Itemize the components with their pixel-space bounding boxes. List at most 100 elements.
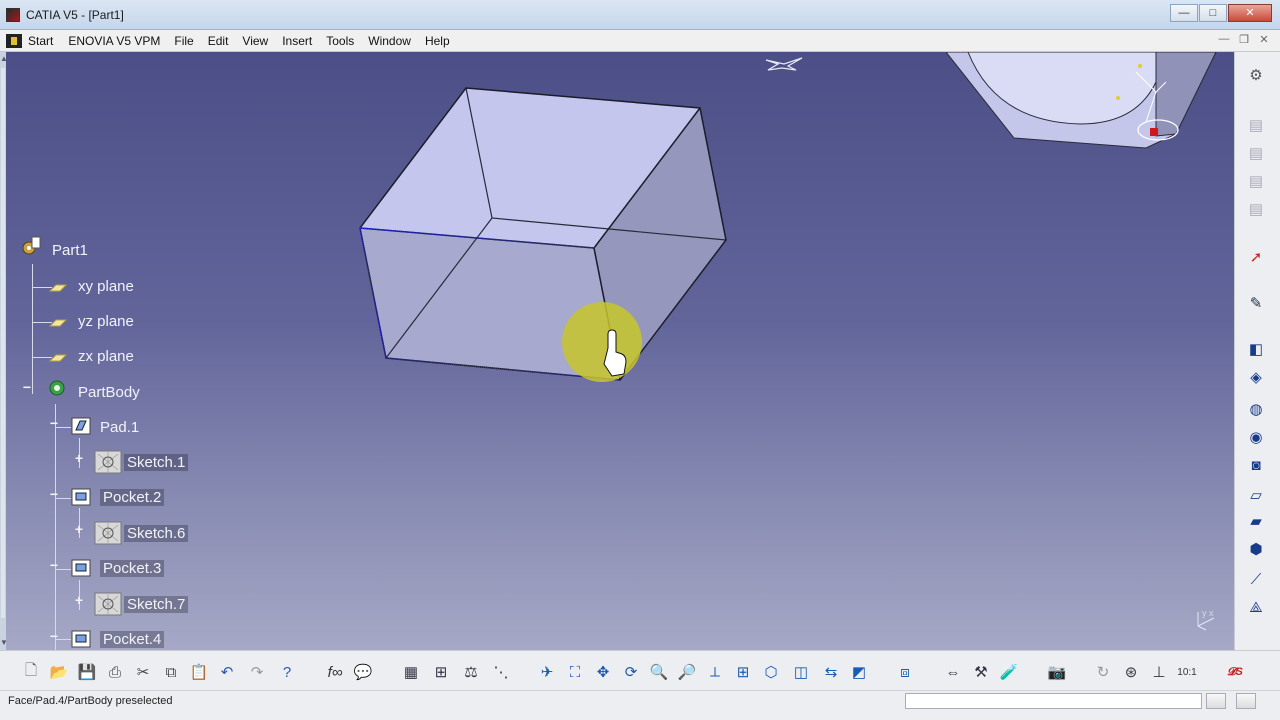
cube-stack-icon[interactable]: ▤ xyxy=(1245,142,1267,164)
menu-view[interactable]: View xyxy=(235,30,275,52)
start-menu[interactable]: Start xyxy=(0,30,61,52)
normal-view-icon[interactable]: ⟂ xyxy=(704,661,726,683)
comment-icon[interactable]: 💬 xyxy=(352,661,374,683)
menu-insert[interactable]: Insert xyxy=(275,30,319,52)
doc-minimize-button[interactable]: — xyxy=(1214,33,1234,46)
command-input[interactable] xyxy=(905,693,1202,709)
select-arrow-icon[interactable]: ➚ xyxy=(1245,246,1267,268)
menu-enovia[interactable]: ENOVIA V5 VPM xyxy=(61,30,167,52)
iso-view-icon[interactable]: ⬡ xyxy=(760,661,782,683)
scale-icon[interactable]: 10:1 xyxy=(1176,661,1198,683)
axis-corner-label: y x xyxy=(1202,608,1214,618)
minimize-button[interactable]: — xyxy=(1170,4,1198,22)
3d-viewport[interactable]: y x Part1 xy plane yz plane zx plane − P… xyxy=(6,52,1234,650)
bottle-icon[interactable]: 🧪 xyxy=(998,661,1020,683)
tree-node-sketch1[interactable]: Sketch.1 xyxy=(124,454,189,471)
collapse-icon[interactable]: − xyxy=(21,380,33,394)
fly-icon[interactable]: ✈ xyxy=(536,661,558,683)
hide-show-icon[interactable]: ◫ xyxy=(790,661,812,683)
update-icon[interactable]: ↻ xyxy=(1092,661,1114,683)
gear-icon[interactable]: ⚙ xyxy=(1245,64,1267,86)
copy-icon[interactable]: ⧉ xyxy=(160,661,182,683)
collapse-icon[interactable]: − xyxy=(48,558,60,572)
analysis-tool-icon[interactable]: ⚒ xyxy=(970,661,992,683)
solid-icon[interactable]: ⬢ xyxy=(1245,538,1267,560)
sketcher-icon[interactable]: ✎ xyxy=(1245,292,1267,314)
tree-icon[interactable]: ⊞ xyxy=(430,661,452,683)
menu-help[interactable]: Help xyxy=(418,30,457,52)
fit-all-icon[interactable]: ⛶ xyxy=(564,661,586,683)
axis-icon[interactable]: ⊥ xyxy=(1148,661,1170,683)
tree-node-pocket3[interactable]: Pocket.3 xyxy=(100,560,165,577)
menu-edit[interactable]: Edit xyxy=(201,30,236,52)
start-logo-icon xyxy=(6,33,22,48)
catia-app-icon[interactable] xyxy=(6,8,20,22)
new-icon[interactable]: 🗋 xyxy=(20,661,42,683)
hole-icon[interactable]: ◙ xyxy=(1245,454,1267,476)
doc-restore-button[interactable]: ❐ xyxy=(1234,33,1254,46)
collapse-icon[interactable]: − xyxy=(48,487,60,501)
tree-node-zx-plane[interactable]: zx plane xyxy=(78,348,134,365)
cube-stack-icon[interactable]: ▤ xyxy=(1245,114,1267,136)
expand-icon[interactable]: + xyxy=(73,593,85,607)
table-icon[interactable]: ▦ xyxy=(400,661,422,683)
doc-close-button[interactable]: ✕ xyxy=(1254,33,1274,46)
zoom-in-icon[interactable]: 🔍 xyxy=(648,661,670,683)
shaft-icon[interactable]: ◍ xyxy=(1245,398,1267,420)
tree-node-yz-plane[interactable]: yz plane xyxy=(78,313,134,330)
part-box[interactable] xyxy=(359,87,727,381)
collapse-icon[interactable]: − xyxy=(48,416,60,430)
paste-icon[interactable]: 📋 xyxy=(188,661,210,683)
cube-stack-icon[interactable]: ▤ xyxy=(1245,198,1267,220)
rib-icon[interactable]: ▱ xyxy=(1245,484,1267,506)
analysis-icon[interactable]: ⋱ xyxy=(490,661,512,683)
rotate-icon[interactable]: ⟳ xyxy=(620,661,642,683)
compass-icon[interactable] xyxy=(765,57,803,71)
cut-icon[interactable]: ✂ xyxy=(132,661,154,683)
tree-node-sketch6[interactable]: Sketch.6 xyxy=(124,525,189,542)
tree-node-pocket4[interactable]: Pocket.4 xyxy=(100,631,165,648)
tree-node-part1[interactable]: Part1 xyxy=(52,242,88,259)
expand-icon[interactable]: + xyxy=(73,522,85,536)
menu-window[interactable]: Window xyxy=(361,30,418,52)
save-icon[interactable]: 💾 xyxy=(76,661,98,683)
collapse-icon[interactable]: − xyxy=(48,629,60,643)
part-gear-icon[interactable] xyxy=(20,236,42,256)
whats-this-icon[interactable]: ? xyxy=(276,661,298,683)
tree-node-partbody[interactable]: PartBody xyxy=(78,384,140,401)
menu-tools[interactable]: Tools xyxy=(319,30,361,52)
tree-node-xy-plane[interactable]: xy plane xyxy=(78,278,134,295)
menu-file[interactable]: File xyxy=(167,30,200,52)
tree-node-sketch7[interactable]: Sketch.7 xyxy=(124,596,189,613)
redo-icon[interactable]: ↷ xyxy=(246,661,268,683)
status-button[interactable] xyxy=(1236,693,1256,709)
swap-icon[interactable]: ⇆ xyxy=(820,661,842,683)
tree-node-pocket2[interactable]: Pocket.2 xyxy=(100,489,165,506)
pad-icon[interactable]: ◧ xyxy=(1245,338,1267,360)
camera-icon[interactable]: 📷 xyxy=(1046,661,1068,683)
loft-icon[interactable]: ⟁ xyxy=(1245,596,1267,618)
apply-material-icon[interactable]: ⧈ xyxy=(894,661,916,683)
mass-icon[interactable]: ⇔ xyxy=(942,661,964,683)
pocket-icon[interactable]: ◈ xyxy=(1245,366,1267,388)
open-icon[interactable]: 📂 xyxy=(48,661,70,683)
slot-icon[interactable]: ▰ xyxy=(1245,510,1267,532)
status-button[interactable] xyxy=(1206,693,1226,709)
expand-icon[interactable]: + xyxy=(73,451,85,465)
close-button[interactable]: ✕ xyxy=(1228,4,1272,22)
pan-icon[interactable]: ✥ xyxy=(592,661,614,683)
shading-icon[interactable]: ◩ xyxy=(848,661,870,683)
formula-icon[interactable]: f∞ xyxy=(324,661,346,683)
multi-view-icon[interactable]: ⊞ xyxy=(732,661,754,683)
compass-icon[interactable]: ⊛ xyxy=(1120,661,1142,683)
print-icon[interactable]: ⎙ xyxy=(104,661,126,683)
scrollbar-track[interactable] xyxy=(1,68,5,618)
maximize-button[interactable]: □ xyxy=(1199,4,1227,22)
groove-icon[interactable]: ◉ xyxy=(1245,426,1267,448)
tree-node-pad1[interactable]: Pad.1 xyxy=(100,419,139,436)
measure-icon[interactable]: ⚖ xyxy=(460,661,482,683)
undo-icon[interactable]: ↶ xyxy=(216,661,238,683)
stiffener-icon[interactable]: ⟋ xyxy=(1245,568,1267,590)
zoom-out-icon[interactable]: 🔎 xyxy=(676,661,698,683)
cube-stack-icon[interactable]: ▤ xyxy=(1245,170,1267,192)
